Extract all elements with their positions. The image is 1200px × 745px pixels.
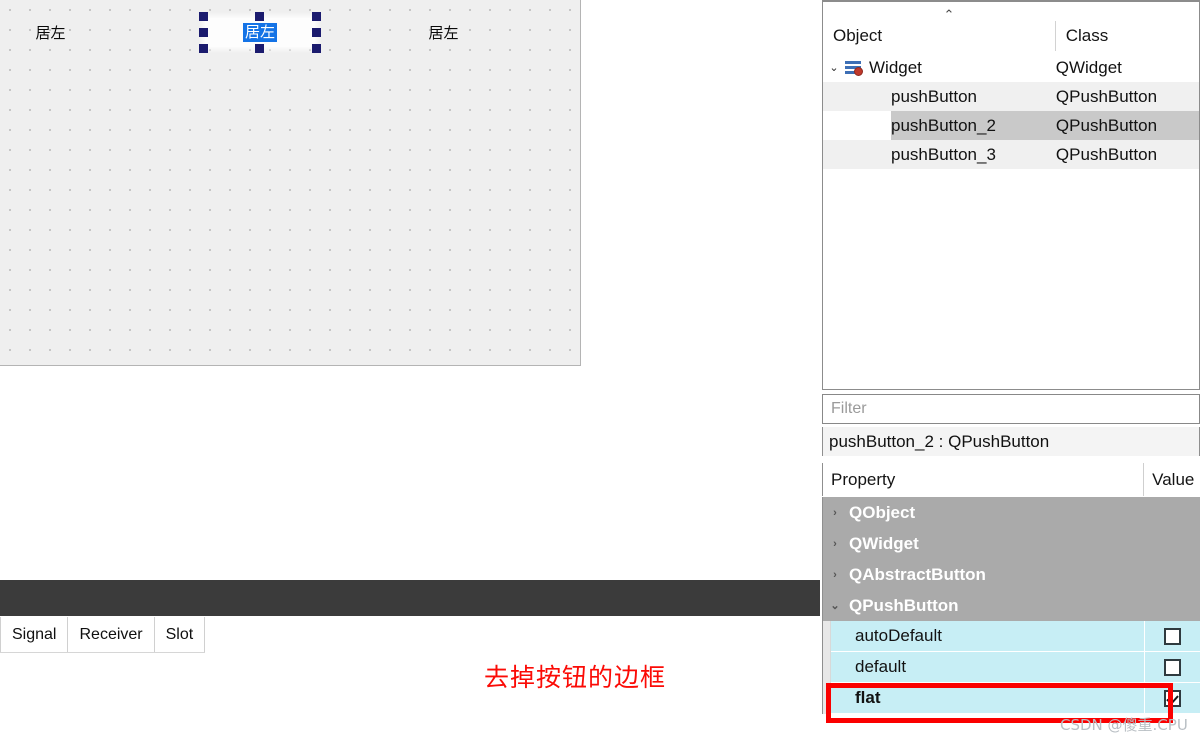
property-row-flat-value[interactable] (1144, 683, 1200, 714)
property-group-qwidget-label: QWidget (849, 533, 919, 553)
tree-row-pushbutton-2[interactable]: pushButton_2 QPushButton (823, 111, 1199, 140)
resize-handle-ne[interactable] (312, 12, 321, 21)
tree-row-widget[interactable]: ⌄ Widget QWidget (823, 53, 1199, 82)
tree-row-pushbutton[interactable]: pushButton QPushButton (823, 82, 1199, 111)
tree-row-pushbutton-3-name-cell: pushButton_3 (823, 140, 1056, 169)
signal-slot-header: Signal Receiver Slot (0, 617, 206, 653)
checkbox-autodefault[interactable] (1164, 627, 1182, 645)
resize-handle-nw[interactable] (199, 12, 208, 21)
chevron-right-icon[interactable]: › (823, 507, 847, 519)
chevron-down-icon[interactable]: ⌄ (823, 61, 845, 74)
object-tree[interactable]: ⌄ Widget QWidget pushButton QPushButton (823, 53, 1199, 169)
tree-row-pushbutton-3-class: QPushButton (1055, 144, 1158, 164)
signal-slot-editor[interactable]: Signal Receiver Slot (0, 616, 820, 745)
property-row-default-value[interactable] (1144, 652, 1200, 683)
property-filter-placeholder: Filter (831, 400, 867, 417)
object-inspector-panel[interactable]: ⌃ Object Class ⌄ Widget QWidget pushButt… (822, 0, 1200, 390)
column-header-class[interactable]: Class (1056, 21, 1199, 51)
object-inspector-header: Object Class (823, 21, 1199, 51)
column-header-value[interactable]: Value (1144, 463, 1200, 496)
form-push-button-1[interactable]: 居左 (22, 20, 79, 45)
resize-handle-se[interactable] (312, 44, 321, 53)
property-row-flat[interactable]: flat (823, 683, 1200, 714)
tree-row-widget-label: Widget (869, 57, 922, 77)
dark-separator-bar (0, 580, 820, 616)
tree-row-pushbutton-3[interactable]: pushButton_3 QPushButton (823, 140, 1199, 169)
property-group-qpushbutton-label: QPushButton (849, 595, 959, 615)
property-group-qobject-label: QObject (849, 502, 916, 522)
property-filter-input[interactable]: Filter (822, 394, 1200, 424)
tree-row-pushbutton-name-cell: pushButton (823, 82, 1056, 111)
property-group-qpushbutton[interactable]: ⌄ QPushButton (823, 590, 1200, 621)
tree-row-widget-class: QWidget (1055, 57, 1122, 77)
resize-handle-s[interactable] (255, 44, 264, 53)
property-row-autodefault-value[interactable] (1144, 621, 1200, 652)
property-group-qabstractbutton-label: QAbstractButton (849, 564, 986, 584)
property-row-autodefault[interactable]: autoDefault (823, 621, 1200, 652)
right-docks-container: ⌃ Object Class ⌄ Widget QWidget pushButt… (822, 0, 1200, 744)
sort-ascending-icon[interactable]: ⌃ (941, 8, 957, 21)
tree-row-pushbutton-label: pushButton (891, 86, 978, 106)
property-group-qwidget[interactable]: › QWidget (823, 528, 1200, 559)
property-editor-header: Property Value (822, 463, 1200, 496)
property-row-default-label: default (831, 652, 1145, 683)
column-header-property[interactable]: Property (823, 463, 1145, 496)
resize-handle-sw[interactable] (199, 44, 208, 53)
row-gutter (823, 652, 831, 683)
chevron-right-icon[interactable]: › (823, 538, 847, 550)
form-surface-grid[interactable]: 居左 居左 居左 (0, 0, 581, 366)
form-push-button-3[interactable]: 居左 (415, 20, 472, 45)
resize-handle-e[interactable] (312, 28, 321, 37)
resize-handle-w[interactable] (199, 28, 208, 37)
checkbox-flat[interactable] (1164, 689, 1182, 707)
property-group-qobject[interactable]: › QObject (823, 497, 1200, 528)
column-header-receiver[interactable]: Receiver (68, 617, 155, 652)
column-header-signal[interactable]: Signal (0, 617, 69, 652)
row-gutter (823, 621, 831, 652)
tree-row-widget-name-cell: ⌄ Widget (823, 53, 1056, 82)
form-push-button-2[interactable]: 居左 (205, 18, 315, 47)
property-group-qabstractbutton[interactable]: › QAbstractButton (823, 559, 1200, 590)
tree-row-pushbutton-class: QPushButton (1055, 86, 1158, 106)
tree-row-pushbutton-2-class: QPushButton (1055, 111, 1199, 140)
property-row-flat-label: flat (831, 683, 1145, 714)
property-editor-target-label: pushButton_2 : QPushButton (822, 427, 1200, 456)
tree-row-pushbutton-2-name-cell: pushButton_2 (823, 111, 1056, 140)
red-annotation-text: 去掉按钮的边框 (484, 663, 667, 692)
chevron-right-icon[interactable]: › (823, 569, 847, 581)
tree-row-pushbutton-2-label: pushButton_2 (891, 115, 996, 136)
resize-handle-n[interactable] (255, 12, 264, 21)
property-editor-rows[interactable]: › QObject › QWidget › QAbstractButton ⌄ … (822, 497, 1200, 714)
form-push-button-2-selection[interactable]: 居左 (199, 12, 321, 53)
watermark-text: CSDN @傻重.CPU (1060, 716, 1188, 734)
chevron-down-icon[interactable]: ⌄ (823, 599, 847, 612)
property-row-autodefault-label: autoDefault (831, 621, 1145, 652)
widget-form-icon (845, 60, 863, 76)
checkbox-default[interactable] (1164, 658, 1182, 676)
form-design-canvas[interactable]: 居左 居左 居左 (0, 0, 820, 580)
form-push-button-2-label: 居左 (242, 22, 277, 43)
property-row-default[interactable]: default (823, 652, 1200, 683)
row-gutter (823, 683, 831, 714)
column-header-slot[interactable]: Slot (155, 617, 206, 652)
column-header-object[interactable]: Object (823, 21, 1056, 51)
tree-row-pushbutton-3-label: pushButton_3 (891, 144, 996, 164)
